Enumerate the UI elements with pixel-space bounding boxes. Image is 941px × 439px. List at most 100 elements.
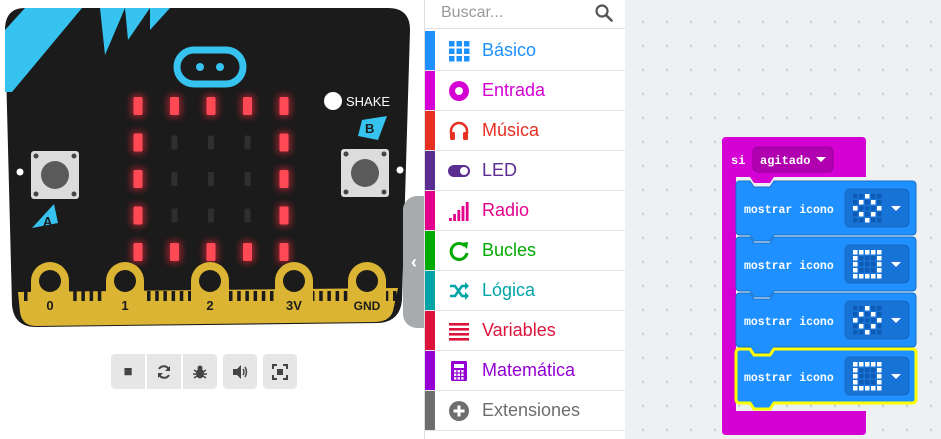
blocks-canvas: si agitado mostrar icono mostrar icono mostr…: [722, 137, 918, 435]
search-icon[interactable]: [595, 4, 613, 22]
category-logica[interactable]: Lógica: [425, 271, 625, 311]
icon-pixel-off: [859, 256, 864, 261]
category-bucles[interactable]: Bucles: [425, 231, 625, 271]
led-on: [279, 133, 289, 152]
plus-icon: [447, 399, 471, 423]
block-label: mostrar icono: [744, 372, 834, 385]
target-icon: [447, 79, 471, 103]
pin-1[interactable]: 1: [106, 262, 144, 322]
category-color-stripe: [425, 111, 435, 150]
icon-pixel-off: [871, 380, 876, 385]
icon-pixel-off: [877, 194, 882, 199]
connector-tooth: [237, 291, 241, 301]
debug-button[interactable]: [183, 354, 217, 389]
icon-pixel-off: [859, 218, 864, 223]
led-on: [133, 97, 143, 115]
icon-pixel-on: [859, 362, 864, 367]
icon-pixel-off: [853, 324, 858, 329]
event-dropdown[interactable]: agitado: [752, 146, 834, 173]
led-on: [206, 243, 216, 261]
category-basico[interactable]: Básico: [425, 31, 625, 71]
show-icon-block[interactable]: mostrar icono: [735, 236, 917, 298]
icon-pixel-off: [871, 194, 876, 199]
pin-2[interactable]: 2: [191, 262, 229, 322]
icon-pixel-off: [877, 218, 882, 223]
connector-tooth: [81, 291, 85, 301]
search-input[interactable]: [425, 0, 606, 26]
stop-button[interactable]: ■: [111, 354, 145, 389]
icon-pixel-off: [853, 200, 858, 205]
connector-tooth: [319, 291, 323, 301]
shake-button[interactable]: [324, 92, 342, 110]
icon-pixel-on: [853, 380, 858, 385]
icon-pixel-on: [871, 324, 876, 329]
headphones-icon: [447, 119, 471, 143]
connector-tooth: [245, 291, 249, 301]
icon-pixel-off: [859, 306, 864, 311]
category-label: Lógica: [482, 280, 536, 300]
blocks-workspace[interactable]: si agitado mostrar icono mostrar icono mostr…: [625, 0, 941, 439]
icon-pixel-on: [877, 374, 882, 379]
mute-icon: [233, 364, 248, 379]
category-led[interactable]: LED: [425, 151, 625, 191]
icon-pixel-off: [865, 324, 870, 329]
show-icon-block[interactable]: mostrar icono: [735, 292, 917, 354]
pin-0[interactable]: 0: [31, 262, 69, 322]
button-a-label: A: [43, 214, 53, 229]
icon-pixel-on: [871, 250, 876, 255]
category-label: Bucles: [482, 240, 537, 260]
simulator-toolbar: ■: [111, 354, 297, 389]
icon-dropdown[interactable]: [844, 188, 910, 228]
led-off: [171, 208, 178, 223]
fullscreen-icon: [272, 363, 288, 380]
led-on: [206, 97, 216, 115]
icon-pixel-off: [865, 262, 870, 267]
category-variables[interactable]: Variables: [425, 311, 625, 351]
icon-pixel-off: [859, 318, 864, 323]
calculator-icon: [447, 359, 471, 383]
block-label: mostrar icono: [744, 260, 834, 273]
pin-gnd[interactable]: GND: [348, 262, 386, 322]
icon-pixel-on: [877, 380, 882, 385]
stop-icon: ■: [123, 363, 133, 380]
category-matematica[interactable]: Matemática: [425, 351, 625, 391]
pin-3v[interactable]: 3V: [275, 262, 313, 322]
icon-pixel-on: [877, 362, 882, 367]
signal-icon: [447, 199, 471, 223]
icon-pixel-off: [871, 330, 876, 335]
connector-tooth: [270, 291, 274, 301]
fullscreen-button[interactable]: [263, 354, 297, 389]
icon-pixel-off: [871, 368, 876, 373]
category-label: Música: [482, 120, 540, 140]
connector-tooth: [179, 291, 184, 301]
mute-button[interactable]: [223, 354, 257, 389]
category-extensiones[interactable]: Extensiones: [425, 391, 625, 431]
led-off: [171, 172, 178, 186]
led-off: [244, 208, 251, 223]
collapse-simulator-button[interactable]: ‹: [403, 196, 425, 328]
icon-pixel-off: [853, 306, 858, 311]
icon-pixel-off: [877, 324, 882, 329]
category-musica[interactable]: Música: [425, 111, 625, 151]
icon-pixel-on: [877, 250, 882, 255]
icon-pixel-on: [877, 318, 882, 323]
icon-dropdown[interactable]: [844, 356, 910, 396]
button-b[interactable]: [341, 149, 389, 197]
button-a[interactable]: [31, 151, 79, 199]
icon-dropdown[interactable]: [844, 300, 910, 340]
restart-button[interactable]: [147, 354, 181, 389]
category-entrada[interactable]: Entrada: [425, 71, 625, 111]
category-radio[interactable]: Radio: [425, 191, 625, 231]
icon-pixel-off: [871, 268, 876, 273]
icon-pixel-off: [859, 374, 864, 379]
icon-pixel-off: [877, 212, 882, 217]
led-on: [170, 243, 179, 261]
event-dropdown-value: agitado: [760, 154, 810, 168]
button-b-label: B: [365, 121, 374, 136]
show-icon-block[interactable]: mostrar icono: [735, 180, 917, 242]
toggle-icon: [447, 159, 471, 183]
show-icon-block[interactable]: mostrar icono: [734, 347, 918, 411]
category-color-stripe: [425, 351, 435, 390]
connector-tooth: [171, 291, 176, 301]
icon-dropdown[interactable]: [844, 244, 910, 284]
